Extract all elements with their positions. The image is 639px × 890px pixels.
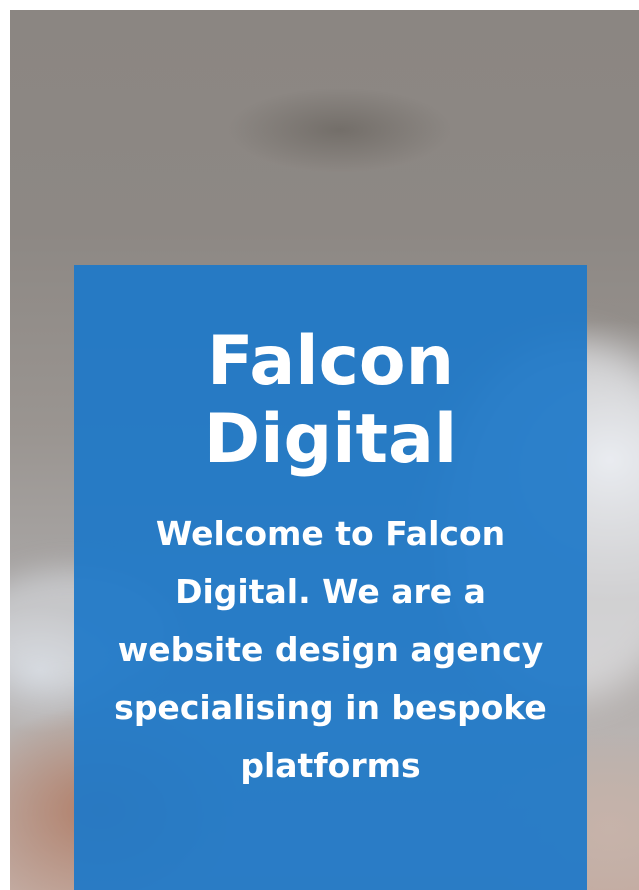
- page-viewport: Falcon Digital Welcome to Falcon Digital…: [0, 0, 639, 890]
- hero-title: Falcon Digital: [203, 322, 458, 479]
- hero-card: Falcon Digital Welcome to Falcon Digital…: [74, 265, 587, 890]
- hero-intro-text: Welcome to Falcon Digital. We are a webs…: [114, 514, 547, 785]
